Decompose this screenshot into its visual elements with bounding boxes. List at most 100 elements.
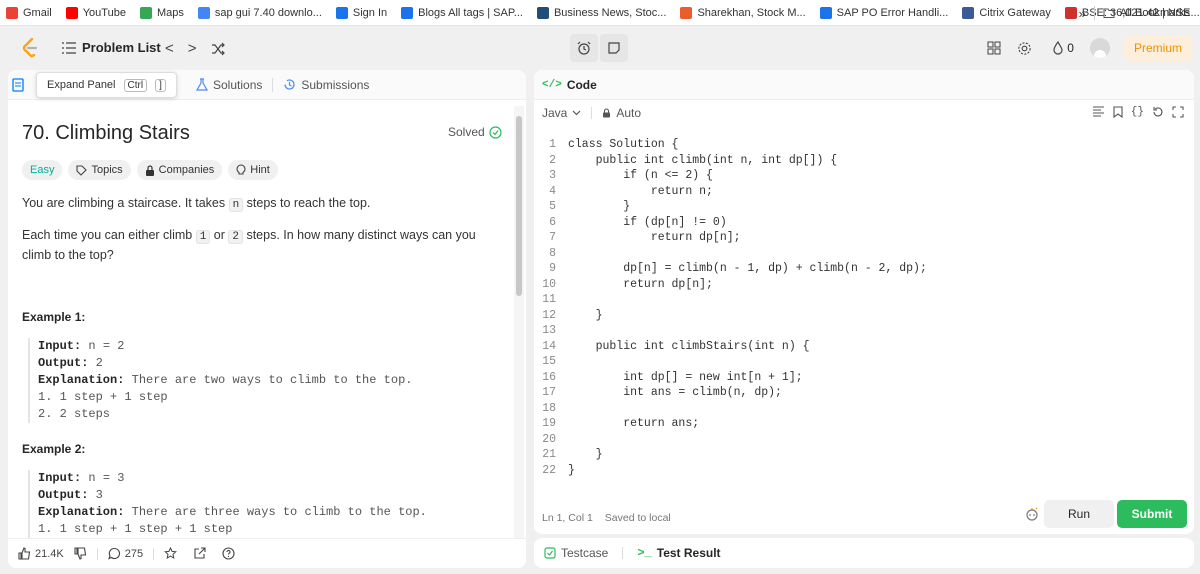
code-line: 22} [534, 464, 1194, 480]
reset-icon[interactable] [1152, 106, 1164, 118]
hint-tag[interactable]: Hint [228, 160, 278, 180]
shuffle-icon[interactable] [211, 42, 225, 56]
like-button[interactable]: 21.4K [18, 547, 64, 560]
code-text: int dp[] = new int[n + 1]; [568, 370, 803, 384]
bookmarks-overflow-button[interactable]: » [1078, 6, 1085, 21]
description-panel: Solutions Submissions Expand Panel Ctrl … [8, 70, 526, 568]
submit-button[interactable]: Submit [1117, 500, 1187, 528]
lock-icon [603, 108, 611, 118]
code-toolbar: Java Auto {} [534, 100, 1194, 126]
line-number: 19 [542, 417, 556, 430]
leetcode-logo[interactable] [22, 38, 38, 58]
scrollbar-thumb[interactable] [516, 116, 522, 296]
code-line: 3 if (n <= 2) { [534, 169, 1194, 185]
line-number: 8 [549, 246, 556, 260]
description-paragraph-2: Each time you can either climb 1 or 2 st… [22, 226, 502, 264]
google-icon [197, 6, 210, 19]
comments-button[interactable]: 275 [107, 547, 143, 560]
streak-count: 0 [1067, 41, 1074, 55]
bookmark-item[interactable]: Business News, Stoc... [536, 6, 666, 19]
bookmark-item[interactable]: Gmail [6, 6, 52, 19]
example-2-title: Example 2: [22, 442, 86, 456]
line-number: 15 [542, 355, 556, 368]
tooltip-label: Expand Panel [47, 79, 116, 91]
explanation-value: There are three ways to climb to the top… [124, 505, 427, 519]
bookmark-item[interactable]: sap gui 7.40 downlo... [197, 6, 322, 19]
layout-icon[interactable] [987, 41, 1001, 55]
next-problem-button[interactable]: > [188, 40, 197, 57]
expand-icon[interactable] [1172, 106, 1184, 118]
code-line: 19 return ans; [534, 417, 1194, 433]
code-text: class Solution { [568, 138, 679, 151]
example-line: Output: 3 [38, 487, 508, 504]
braces-icon[interactable]: {} [1131, 106, 1144, 118]
bookmarks-list: Gmail YouTube Maps sap gui 7.40 downlo... Si… [6, 6, 1200, 19]
debug-button[interactable] [570, 34, 598, 62]
bookmark-item[interactable]: Sign In [335, 6, 387, 19]
companies-label: Companies [158, 164, 215, 176]
premium-button[interactable]: Premium [1123, 35, 1192, 61]
check-circle-icon [489, 125, 502, 139]
code-text: public int climb(int n, int dp[]) { [568, 153, 838, 167]
run-button[interactable]: Run [1044, 500, 1114, 528]
tab-test-result[interactable]: >_ Test Result [637, 546, 720, 560]
tooltip-key-ctrl: Ctrl [123, 78, 148, 92]
tag-icon [76, 164, 88, 176]
thumbs-down-icon[interactable] [74, 547, 87, 560]
sap-icon [401, 6, 414, 19]
tab-testcase[interactable]: Testcase [544, 546, 608, 560]
news-icon [536, 6, 549, 19]
language-select[interactable]: Java [542, 106, 581, 120]
tab-divider [272, 77, 274, 92]
line-number: 11 [542, 293, 556, 306]
code-brackets-icon: </> [542, 78, 562, 91]
alarm-clock-icon [577, 41, 591, 55]
prev-problem-button[interactable]: < [165, 40, 174, 57]
bookmark-label: Citrix Gateway [979, 6, 1051, 19]
line-number: 18 [542, 401, 556, 415]
console-divider [622, 547, 624, 559]
code-text: } [568, 308, 603, 322]
code-text: public int climbStairs(int n) { [568, 339, 810, 353]
description-icon[interactable] [12, 77, 24, 92]
share-icon[interactable] [193, 547, 206, 560]
all-bookmarks-button[interactable]: All Bookmarks [1103, 7, 1190, 19]
bookmark-icon[interactable] [1113, 106, 1123, 118]
example-line: Input: n = 3 [38, 470, 508, 487]
tab-submissions-label: Submissions [301, 77, 370, 92]
bookmark-item[interactable]: SAP PO Error Handli... [819, 6, 949, 19]
settings-gear-icon[interactable] [1017, 41, 1032, 56]
description-scrollbar[interactable] [514, 106, 524, 564]
example-1-title: Example 1: [22, 310, 86, 324]
topics-tag[interactable]: Topics [68, 160, 131, 180]
star-icon[interactable] [164, 547, 178, 560]
bookmark-label: SAP PO Error Handli... [836, 6, 949, 19]
code-text: } [568, 200, 631, 213]
bookmark-item[interactable]: Maps [139, 6, 184, 19]
inline-code: 1 [195, 230, 211, 244]
bookmark-item[interactable]: Citrix Gateway [962, 6, 1051, 19]
topics-label: Topics [91, 164, 123, 176]
assistant-icon[interactable] [1024, 506, 1040, 522]
streak-counter[interactable]: 0 [1052, 41, 1074, 55]
code-line: 7 return dp[n]; [534, 231, 1194, 247]
bookmark-item[interactable]: Sharekhan, Stock M... [680, 6, 806, 19]
code-line: 2 public int climb(int n, int dp[]) { [534, 154, 1194, 170]
help-icon[interactable] [222, 547, 235, 560]
companies-tag[interactable]: Companies [136, 160, 223, 180]
expand-panel-tooltip: Expand Panel Ctrl ] [36, 72, 177, 98]
bookmarks-right: » All Bookmarks [1078, 0, 1200, 26]
code-line: 12 } [534, 309, 1194, 325]
code-editor[interactable]: 1 class Solution {2 public int climb(int … [534, 138, 1194, 479]
bookmark-item[interactable]: Blogs All tags | SAP... [401, 6, 523, 19]
avatar[interactable] [1089, 38, 1110, 58]
tab-solutions[interactable]: Solutions [196, 78, 262, 92]
auto-mode-toggle[interactable]: Auto [602, 106, 641, 120]
format-icon[interactable] [1092, 106, 1105, 118]
bookmark-item[interactable]: YouTube [65, 6, 126, 19]
notes-button[interactable] [600, 34, 628, 62]
line-number: 5 [549, 200, 556, 213]
history-icon [284, 79, 295, 90]
tab-submissions[interactable]: Submissions [283, 78, 369, 92]
problem-list-button[interactable]: Problem List [62, 40, 161, 55]
